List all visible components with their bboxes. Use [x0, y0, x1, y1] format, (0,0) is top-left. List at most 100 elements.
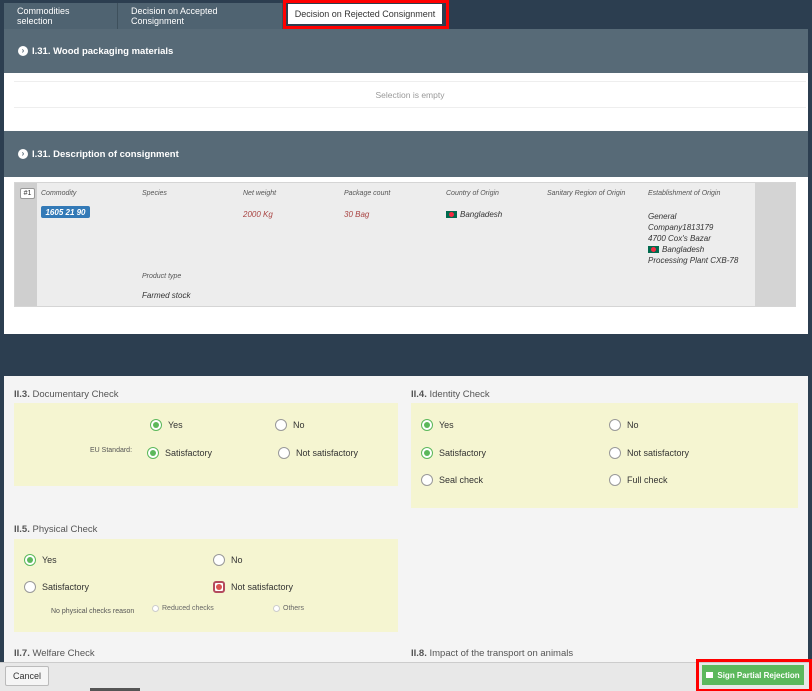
- cancel-button[interactable]: Cancel: [5, 666, 49, 686]
- physical-not-satisfactory-radio[interactable]: Not satisfactory: [213, 581, 293, 593]
- header-product-type: Product type: [142, 273, 182, 280]
- identity-seal-check-radio[interactable]: Seal check: [421, 474, 483, 486]
- package-count-value: 30 Bag: [344, 210, 370, 219]
- section-title: I.31. Wood packaging materials: [32, 45, 174, 57]
- tab-decision-accepted[interactable]: Decision on Accepted Consignment: [118, 3, 283, 29]
- section-number: II.8.: [411, 648, 427, 659]
- radio-label: Seal check: [439, 475, 484, 485]
- physical-no-radio[interactable]: No: [213, 554, 243, 566]
- identity-no-radio[interactable]: No: [609, 419, 639, 431]
- physical-satisfactory-radio[interactable]: Satisfactory: [24, 581, 89, 593]
- section-title: I.31. Description of consignment: [32, 148, 179, 160]
- identity-full-check-radio[interactable]: Full check: [609, 474, 668, 486]
- footer-bar: Cancel Sign Partial Rejection: [0, 659, 812, 691]
- header-country: Country of Origin: [446, 190, 499, 197]
- section-number: II.3.: [14, 389, 30, 400]
- card-left-column: [15, 183, 37, 306]
- radio-checked-icon: [24, 554, 36, 566]
- radio-unchecked-icon: [609, 447, 621, 459]
- row-number-badge: #1: [20, 188, 35, 199]
- tab-label: Decision on Rejected Consignment: [288, 4, 442, 24]
- header-commodity: Commodity: [41, 190, 77, 197]
- product-type-value: Farmed stock: [142, 291, 191, 300]
- header-sanitary-region: Sanitary Region of Origin: [547, 190, 626, 197]
- commodity-code-badge[interactable]: 1605 21 90: [41, 206, 90, 218]
- highlight-box: Sign Partial Rejection: [696, 659, 812, 691]
- radio-unchecked-icon: [24, 581, 36, 593]
- section-label: Impact of the transport on animals: [429, 648, 574, 659]
- documentary-yes-radio[interactable]: Yes: [150, 419, 183, 431]
- documentary-check-box: Yes No EU Standard: Satisfactory Not sat…: [14, 403, 398, 486]
- identity-check-title: II.4. Identity Check: [411, 389, 490, 400]
- document-icon: [706, 672, 714, 678]
- radio-unchecked-icon: [278, 447, 290, 459]
- identity-satisfactory-radio[interactable]: Satisfactory: [421, 447, 486, 459]
- net-weight-value: 2000 Kg: [243, 210, 273, 219]
- radio-label: Yes: [168, 420, 183, 430]
- radio-checked-icon: [147, 447, 159, 459]
- establishment-country-text: Bangladesh: [662, 245, 705, 254]
- wood-packaging-header[interactable]: › I.31. Wood packaging materials: [4, 29, 808, 73]
- radio-label: Full check: [627, 475, 668, 485]
- radio-label: Satisfactory: [42, 582, 90, 592]
- tab-label: Commodities selection: [17, 6, 70, 26]
- documentary-not-satisfactory-radio[interactable]: Not satisfactory: [278, 447, 358, 459]
- commodity-card: #1 Commodity Species Net weight Package …: [14, 182, 796, 307]
- tab-decision-rejected[interactable]: Decision on Rejected Consignment: [283, 0, 449, 29]
- section-number: II.5.: [14, 524, 30, 535]
- tab-commodities-selection[interactable]: Commodities selection: [4, 3, 118, 29]
- radio-label: Satisfactory: [165, 448, 213, 458]
- empty-selection: Selection is empty: [14, 81, 806, 108]
- consignment-header[interactable]: › I.31. Description of consignment: [4, 131, 808, 177]
- radio-label: No: [293, 420, 305, 430]
- documentary-satisfactory-radio[interactable]: Satisfactory: [147, 447, 212, 459]
- radio-label: Not satisfactory: [231, 582, 294, 592]
- bangladesh-flag-icon: [446, 211, 457, 219]
- country-text: Bangladesh: [460, 210, 503, 219]
- radio-checked-icon: [150, 419, 162, 431]
- documentary-no-radio[interactable]: No: [275, 419, 305, 431]
- establishment-country: Bangladesh: [648, 244, 738, 255]
- section-label: Welfare Check: [32, 648, 95, 659]
- tab-bar: Commodities selection Decision on Accept…: [4, 0, 808, 29]
- establishment-value: General Company1813179 4700 Cox's Bazar …: [648, 211, 738, 266]
- wood-packaging-body: Selection is empty: [4, 73, 808, 131]
- radio-label: Not satisfactory: [296, 448, 359, 458]
- radio-unchecked-icon: [609, 419, 621, 431]
- radio-checked-icon: [421, 419, 433, 431]
- radio-unchecked-icon: [275, 419, 287, 431]
- section-label: Physical Check: [32, 524, 98, 535]
- reduced-checks-radio[interactable]: Reduced checks: [152, 605, 214, 612]
- establishment-line: General: [648, 212, 677, 221]
- header-species: Species: [142, 190, 167, 197]
- checks-area: II.3. Documentary Check Yes No EU Standa…: [4, 376, 808, 662]
- radio-label: No: [627, 420, 639, 430]
- sign-partial-rejection-button[interactable]: Sign Partial Rejection: [702, 665, 804, 685]
- transport-impact-title: II.8. Impact of the transport on animals: [411, 648, 573, 659]
- radio-label: Satisfactory: [439, 448, 487, 458]
- establishment-line: Processing Plant CXB-78: [648, 256, 739, 265]
- documentary-check-title: II.3. Documentary Check: [14, 389, 119, 400]
- radio-label: Not satisfactory: [627, 448, 690, 458]
- physical-check-title: II.5. Physical Check: [14, 524, 97, 535]
- bangladesh-flag-icon: [648, 246, 659, 254]
- identity-yes-radio[interactable]: Yes: [421, 419, 454, 431]
- tab-label: Decision on Accepted Consignment: [131, 6, 218, 26]
- establishment-line: Company1813179: [648, 223, 714, 232]
- section-number: II.7.: [14, 648, 30, 659]
- card-right-column: [755, 183, 795, 306]
- others-radio[interactable]: Others: [273, 605, 304, 612]
- radio-unchecked-icon: [421, 474, 433, 486]
- button-label: Sign Partial Rejection: [717, 670, 800, 680]
- physical-yes-radio[interactable]: Yes: [24, 554, 57, 566]
- eu-standard-label: EU Standard:: [90, 447, 133, 454]
- radio-checked-icon: [213, 581, 225, 593]
- identity-not-satisfactory-radio[interactable]: Not satisfactory: [609, 447, 689, 459]
- radio-label: Yes: [439, 420, 454, 430]
- radio-label: No: [231, 555, 243, 565]
- section-number: II.4.: [411, 389, 427, 400]
- radio-unchecked-icon: [152, 605, 159, 612]
- consignment-body: #1 Commodity Species Net weight Package …: [4, 177, 808, 334]
- radio-label: Others: [283, 605, 305, 612]
- radio-unchecked-icon: [609, 474, 621, 486]
